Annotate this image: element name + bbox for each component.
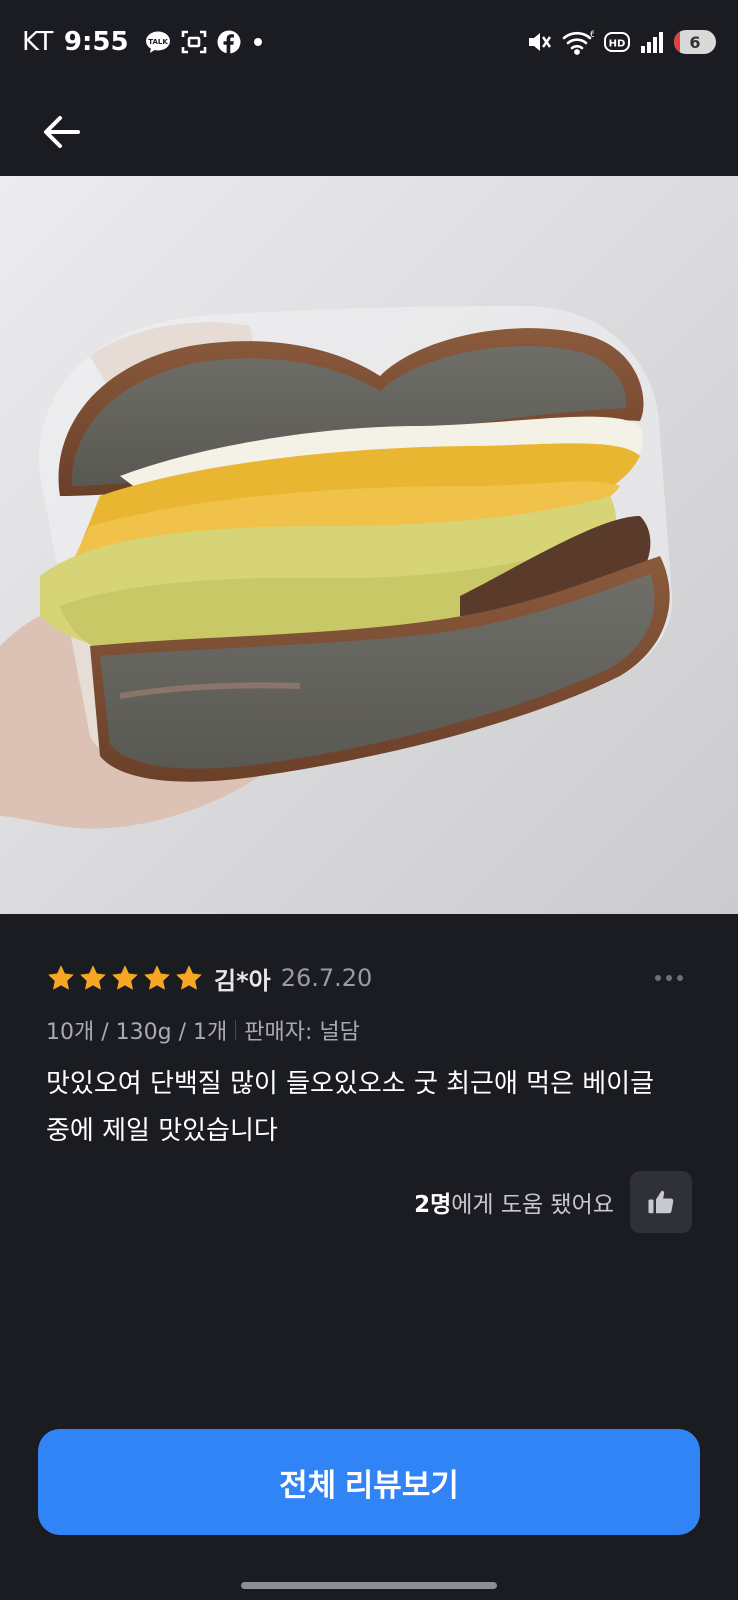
option-text: 10개 / 130g / 1개 bbox=[46, 1020, 228, 1045]
star-icon bbox=[144, 965, 170, 990]
star-icon bbox=[112, 965, 138, 990]
review-date: 26.7.20 bbox=[280, 964, 373, 992]
dot-icon bbox=[251, 35, 265, 49]
reviewer-name: 김*아 bbox=[214, 966, 271, 995]
home-indicator[interactable] bbox=[241, 1582, 497, 1589]
review-body: 맛있오여 단백질 많이 들오있오소 굿 최근애 먹은 베이글 중에 제일 맛있습… bbox=[46, 1069, 655, 1146]
status-bar-left: KT 9:55 TALK bbox=[22, 27, 265, 57]
sandwich-photo bbox=[0, 176, 738, 914]
seller-text: 판매자: 널담 bbox=[244, 1020, 360, 1045]
helpful-text: 2명에게 도움 됐어요 bbox=[414, 1185, 614, 1219]
star-rating bbox=[46, 963, 204, 993]
screenshot-icon bbox=[181, 29, 207, 55]
star-icon bbox=[80, 965, 106, 990]
status-bar: KT 9:55 TALK 6 HD 6 bbox=[0, 0, 738, 84]
more-dot-icon bbox=[655, 975, 661, 981]
purchase-option: 10개 / 130g / 1개 판매자: 널담 bbox=[46, 1013, 692, 1047]
carrier-label: KT bbox=[22, 27, 54, 57]
star-icon bbox=[48, 965, 74, 990]
review-card: 김*아 26.7.20 10개 / 130g / 1개 판매자: 널담 맛있오여… bbox=[46, 955, 692, 1233]
option-divider bbox=[235, 1020, 237, 1040]
clock-time: 9:55 bbox=[63, 27, 129, 57]
helpful-row: 2명에게 도움 됐어요 bbox=[46, 1171, 692, 1233]
thumbs-up-icon bbox=[648, 1190, 674, 1214]
view-all-reviews-button[interactable]: 전체 리뷰보기 bbox=[38, 1429, 700, 1535]
helpful-button[interactable] bbox=[630, 1171, 692, 1233]
back-button[interactable] bbox=[36, 106, 88, 158]
battery-level: 6 bbox=[689, 32, 701, 52]
kakaotalk-icon: TALK bbox=[145, 30, 171, 54]
facebook-icon bbox=[217, 30, 241, 54]
svg-text:TALK: TALK bbox=[148, 38, 168, 46]
top-navigation bbox=[0, 84, 738, 176]
arrow-left-icon bbox=[44, 116, 80, 148]
svg-text:HD: HD bbox=[609, 39, 626, 50]
svg-text:6: 6 bbox=[590, 30, 594, 40]
hd-icon: HD bbox=[604, 31, 630, 53]
helpful-suffix: 에게 도움 됐어요 bbox=[451, 1192, 614, 1218]
status-bar-right: 6 HD 6 bbox=[526, 29, 716, 55]
review-photo[interactable] bbox=[0, 176, 738, 914]
more-dot-icon bbox=[677, 975, 683, 981]
battery-icon: 6 bbox=[674, 30, 716, 54]
signal-icon bbox=[640, 30, 664, 54]
more-options-button[interactable] bbox=[646, 955, 692, 1001]
more-dot-icon bbox=[666, 975, 672, 981]
helpful-count: 2명 bbox=[414, 1192, 452, 1218]
rating-row: 김*아 26.7.20 bbox=[46, 955, 692, 1001]
wifi-icon: 6 bbox=[562, 29, 594, 55]
mute-icon bbox=[526, 29, 552, 55]
star-icon bbox=[176, 965, 202, 990]
